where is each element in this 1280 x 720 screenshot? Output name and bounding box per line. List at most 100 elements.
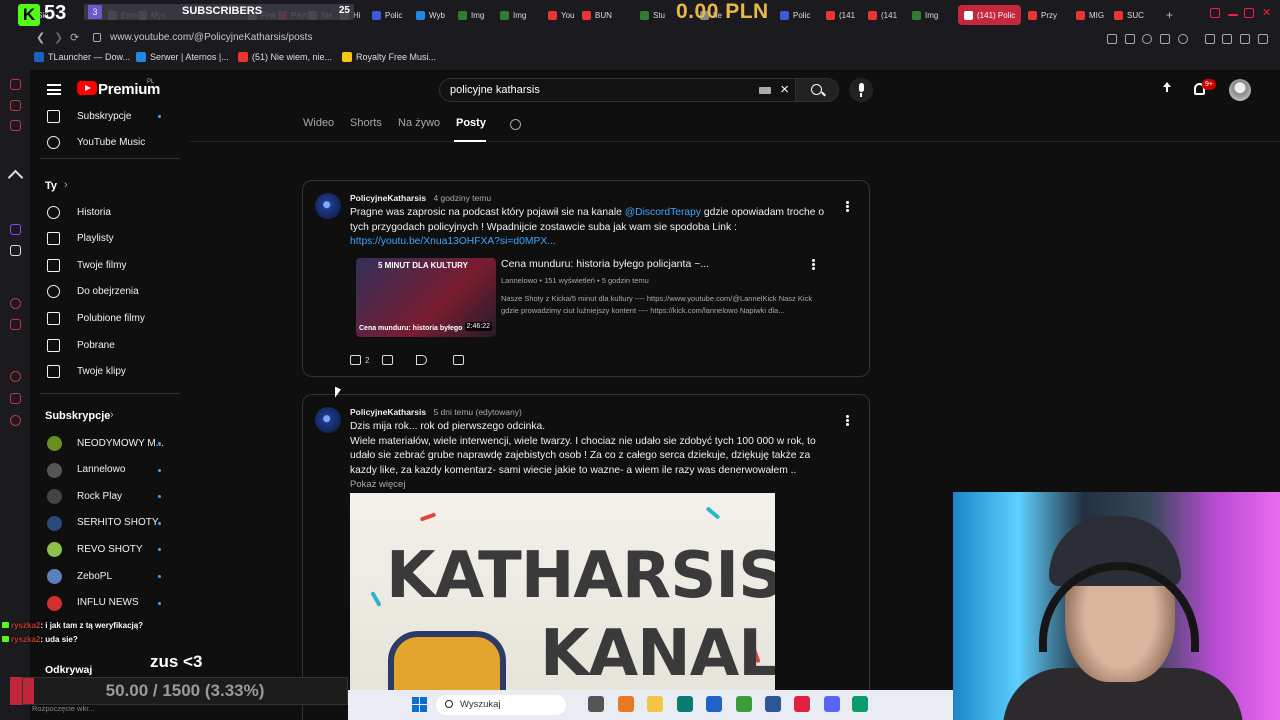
nav-item[interactable]: Pobrane [30, 332, 185, 358]
heart-icon[interactable] [1178, 34, 1188, 44]
taskbar-app-icon[interactable] [618, 696, 634, 712]
taskbar-app-icon[interactable] [677, 696, 693, 712]
nav-item[interactable]: Subskrypcje [30, 103, 185, 129]
taskbar-app-icon[interactable] [736, 696, 752, 712]
upload-icon[interactable] [1161, 82, 1173, 96]
browser-tab[interactable]: Polic [372, 5, 402, 25]
taskbar-app-icon[interactable] [852, 696, 868, 712]
post-author-name[interactable]: PolicyjneKatharsis [350, 193, 426, 203]
download-icon[interactable] [1240, 34, 1250, 44]
subscription-channel[interactable]: INFLU NEWS [30, 590, 185, 616]
show-more-link[interactable]: Pokaż więcej [350, 479, 405, 490]
post-url-link[interactable]: https://youtu.be/Xnua13OHFXA?si=d0MPX... [350, 236, 556, 247]
post-author[interactable]: PolicyjneKatharsis 4 godziny temu [350, 193, 491, 203]
browser-tab[interactable]: (141 [826, 5, 855, 25]
bookmark-item[interactable]: (51) Nie wiem, nie... [238, 52, 332, 62]
subscription-channel[interactable]: NEODYMOWY M... [30, 430, 185, 456]
nav-item[interactable]: YouTube Music [30, 129, 185, 155]
browser-tab[interactable]: Przy [1028, 5, 1057, 25]
post-time[interactable]: 5 dni temu (edytowany) [433, 407, 521, 417]
filter-tab[interactable]: Posty [456, 117, 486, 129]
nav-section-you[interactable]: Ty [45, 180, 57, 192]
browser-tab[interactable]: SUC [1114, 5, 1144, 25]
browser-tab[interactable]: Img [912, 5, 938, 25]
browser-tab[interactable]: Wyb [416, 5, 445, 25]
channel-avatar[interactable] [315, 193, 341, 219]
filter-tab[interactable]: Shorts [350, 117, 382, 129]
bookmark-item[interactable]: TLauncher — Dow... [34, 52, 130, 62]
extension-icon[interactable] [1125, 34, 1135, 44]
video-menu-icon[interactable] [812, 263, 815, 266]
browser-tab[interactable]: MIG [1076, 5, 1104, 25]
post-menu-icon[interactable] [846, 205, 849, 208]
minimize-button[interactable] [1228, 14, 1238, 16]
subscription-channel[interactable]: Rock Play [30, 483, 185, 509]
player-icon[interactable] [1160, 34, 1170, 44]
keyboard-icon[interactable] [759, 87, 771, 94]
maximize-button[interactable] [1244, 8, 1254, 18]
clear-search-icon[interactable]: × [780, 82, 789, 98]
dislike-button[interactable] [382, 353, 393, 367]
new-tab-button[interactable]: + [1166, 8, 1173, 22]
bookmark-icon[interactable] [1107, 34, 1117, 44]
lock-icon[interactable] [93, 33, 101, 42]
nav-item[interactable]: Polubione filmy [30, 305, 185, 331]
pinboard-icon[interactable] [10, 393, 21, 404]
filter-tab[interactable]: Wideo [303, 117, 334, 129]
subscription-channel[interactable]: ZeboPL [30, 563, 185, 589]
channel-avatar[interactable] [315, 407, 341, 433]
voice-search-icon[interactable] [849, 78, 873, 102]
channel-search-icon[interactable] [510, 119, 521, 130]
taskbar-app-icon[interactable] [765, 696, 781, 712]
share-button[interactable] [416, 353, 427, 367]
browser-tab[interactable]: Polic [780, 5, 810, 25]
taskbar-app-icon[interactable] [794, 696, 810, 712]
x-icon[interactable] [10, 245, 21, 256]
nav-item[interactable]: Do obejrzenia [30, 279, 185, 305]
browser-tab[interactable]: Stu [640, 5, 665, 25]
subscription-channel[interactable]: SERHITO SHOTY [30, 510, 185, 536]
nav-section-subscriptions[interactable]: Subskrypcje [45, 410, 110, 422]
browser-tab[interactable]: Img [500, 5, 526, 25]
back-icon[interactable]: ❮ [36, 31, 45, 44]
hamburger-menu-icon[interactable] [47, 84, 61, 95]
search-tabs-icon[interactable] [1210, 8, 1220, 18]
nav-item[interactable]: Twoje filmy [30, 252, 185, 278]
post-menu-icon[interactable] [846, 419, 849, 422]
like-button[interactable]: 2 [350, 353, 369, 367]
browser-tab[interactable]: Img [458, 5, 484, 25]
post-author[interactable]: PolicyjneKatharsis 5 dni temu (edytowany… [350, 407, 522, 417]
windows-start-icon[interactable] [412, 697, 427, 712]
taskbar-app-icon[interactable] [647, 696, 663, 712]
reload-icon[interactable]: ⟳ [70, 31, 79, 44]
taskbar-app-icon[interactable] [706, 696, 722, 712]
search-input[interactable]: policyjne katharsis × [439, 78, 795, 102]
search-button[interactable] [795, 78, 839, 102]
speed-dial-icon[interactable] [10, 100, 21, 111]
browser-tab[interactable]: (141 [868, 5, 897, 25]
video-thumbnail[interactable]: 5 MINUT DLA KULTURY Cena munduru: histor… [356, 258, 496, 337]
taskbar-search[interactable]: Wyszukaj [436, 695, 566, 715]
history-side-icon[interactable] [10, 371, 21, 382]
nav-item[interactable]: Twoje klipy [30, 359, 185, 385]
video-title[interactable]: Cena munduru: historia byłego policjanta… [501, 258, 709, 270]
post-mention-link[interactable]: @DiscordTerapy [625, 207, 701, 218]
aria-icon[interactable] [10, 79, 21, 90]
account-avatar[interactable] [1229, 79, 1251, 101]
share-icon[interactable] [1222, 34, 1232, 44]
filter-tab[interactable]: Na żywo [398, 117, 440, 129]
vpn-icon[interactable] [1142, 34, 1152, 44]
bookmark-item[interactable]: Serwer | Aternos |... [136, 52, 229, 62]
mail-icon[interactable] [10, 120, 21, 131]
comments-button[interactable] [453, 353, 464, 367]
bookmark-item[interactable]: Royalty Free Musi... [342, 52, 436, 62]
settings-side-icon[interactable] [10, 415, 21, 426]
menu-icon[interactable] [1258, 34, 1268, 44]
taskbar-app-icon[interactable] [824, 696, 840, 712]
subscription-channel[interactable]: REVO SHOTY [30, 536, 185, 562]
browser-tab[interactable]: BUN [582, 5, 612, 25]
extensions-puzzle-icon[interactable] [1205, 34, 1215, 44]
youtube-logo-icon[interactable] [77, 81, 97, 95]
subscription-channel[interactable]: Lannelowo [30, 457, 185, 483]
url-field[interactable]: www.youtube.com/@PolicyjneKatharsis/post… [110, 32, 312, 43]
